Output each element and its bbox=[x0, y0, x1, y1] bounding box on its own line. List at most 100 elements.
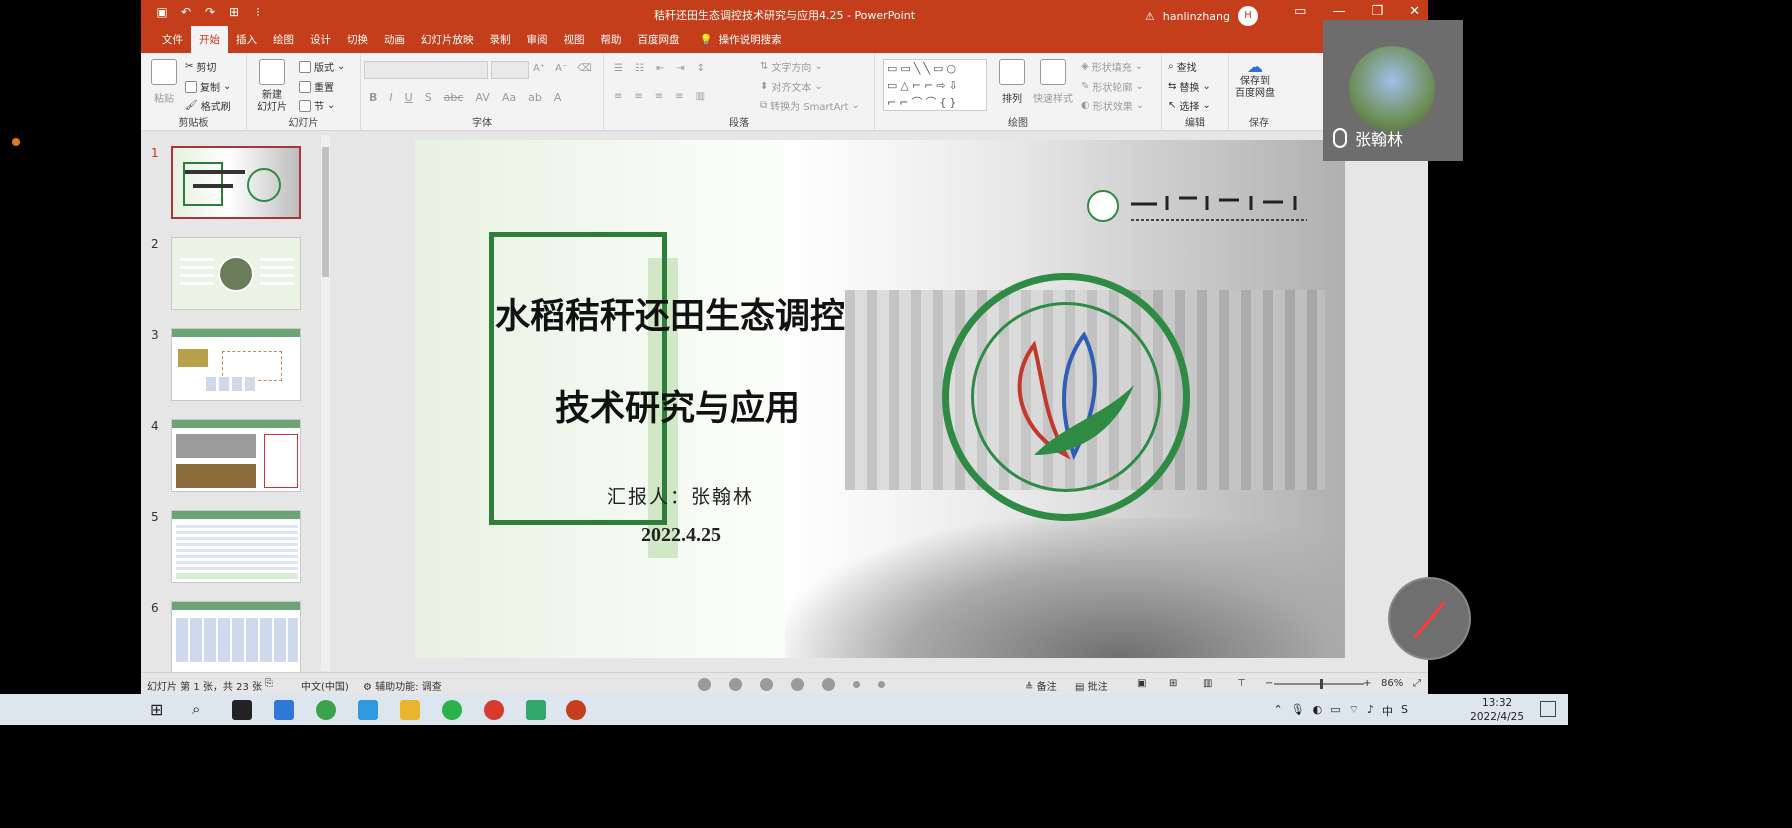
quick-styles-button[interactable]: 快速样式 bbox=[1033, 59, 1073, 105]
avatar[interactable]: H bbox=[1238, 6, 1258, 26]
app-icon-7[interactable] bbox=[484, 700, 504, 720]
network-icon[interactable]: ⌔ bbox=[1349, 703, 1359, 719]
format-painter-button[interactable]: 🖌 格式刷 bbox=[185, 98, 231, 113]
shadow-icon[interactable]: S bbox=[425, 91, 432, 104]
shapes-gallery[interactable]: ▭▭╲╲▭○ ▭△⌐⌐⇨⇩ ⌐⌐⌒⌒{} bbox=[883, 59, 987, 111]
bold-icon[interactable]: B bbox=[369, 91, 377, 104]
align-text-button[interactable]: ⬍ 对齐文本 ⌄ bbox=[760, 79, 823, 94]
select-button[interactable]: ↖ 选择 ⌄ bbox=[1168, 98, 1211, 113]
font-name-box[interactable] bbox=[364, 61, 488, 79]
shape-fill-button[interactable]: ◈ 形状填充 ⌄ bbox=[1081, 59, 1143, 74]
thumbnail-slide-6[interactable]: 6 bbox=[141, 601, 321, 679]
columns-icon[interactable]: ▥ bbox=[696, 91, 705, 102]
notes-button[interactable]: ≜ 备注 bbox=[1025, 678, 1057, 693]
align-right-icon[interactable]: ≡ bbox=[655, 91, 663, 102]
volume-icon[interactable]: ♪ bbox=[1367, 703, 1374, 719]
tab-baidu-netdisk[interactable]: 百度网盘 bbox=[630, 32, 688, 53]
text-direction-button[interactable]: ⇅ 文字方向 ⌄ bbox=[760, 59, 823, 74]
battery-icon[interactable]: ▭ bbox=[1330, 703, 1340, 719]
comments-button[interactable]: ▤ 批注 bbox=[1075, 678, 1108, 693]
sorter-view-icon[interactable]: ⊞ bbox=[1169, 678, 1177, 689]
copy-button[interactable]: 复制 ⌄ bbox=[185, 79, 231, 94]
increase-indent-icon[interactable]: ⇥ bbox=[676, 63, 684, 74]
slideshow-view-icon[interactable]: ⊤ bbox=[1237, 678, 1246, 689]
slide-title-line2[interactable]: 技术研究与应用 bbox=[555, 380, 800, 431]
fit-slide-icon[interactable]: ⤢ bbox=[1413, 678, 1421, 689]
arrange-button[interactable]: 排列 bbox=[999, 59, 1025, 105]
save-to-baidu-button[interactable]: ☁ 保存到 百度网盘 bbox=[1235, 59, 1275, 100]
shape-effects-button[interactable]: ◐ 形状效果 ⌄ bbox=[1081, 98, 1144, 113]
line-spacing-icon[interactable]: ↕ bbox=[697, 63, 705, 74]
tab-slideshow[interactable]: 幻灯片放映 bbox=[413, 32, 482, 53]
minimize-icon[interactable]: — bbox=[1332, 4, 1345, 19]
reset-button[interactable]: 重置 bbox=[299, 79, 334, 94]
bullets-icon[interactable]: ☰ bbox=[614, 63, 623, 74]
zoom-in-button[interactable]: + bbox=[1363, 678, 1371, 689]
justify-icon[interactable]: ≡ bbox=[675, 91, 683, 102]
align-left-icon[interactable]: ≡ bbox=[614, 91, 622, 102]
ribbon-display-icon[interactable]: ▭ bbox=[1294, 4, 1306, 19]
ime-indicator[interactable]: 中 bbox=[1382, 703, 1393, 719]
thumbnail-slide-5[interactable]: 5 bbox=[141, 510, 321, 588]
accessibility-status[interactable]: ⚙ 辅助功能: 调查 bbox=[363, 678, 442, 693]
scrollbar-thumb[interactable] bbox=[322, 147, 329, 277]
notification-icon[interactable] bbox=[1540, 701, 1556, 717]
tab-home[interactable]: 开始 bbox=[191, 26, 228, 53]
app-icon-8[interactable] bbox=[526, 700, 546, 720]
chevron-up-icon[interactable]: ⌃ bbox=[1273, 703, 1282, 719]
tab-view[interactable]: 视图 bbox=[556, 32, 593, 53]
thumbnail-slide-3[interactable]: 3 bbox=[141, 328, 321, 406]
mic-tray-icon[interactable]: 🎙 bbox=[1291, 703, 1305, 719]
tell-me-search[interactable]: 💡 操作说明搜索 bbox=[692, 32, 790, 53]
taskbar-clock[interactable]: 13:32 2022/4/25 bbox=[1470, 696, 1524, 724]
tab-file[interactable]: 文件 bbox=[154, 32, 191, 53]
cut-button[interactable]: ✂ 剪切 bbox=[185, 59, 216, 74]
increase-font-icon[interactable]: A⁺ bbox=[533, 63, 545, 74]
tab-design[interactable]: 设计 bbox=[302, 32, 339, 53]
replace-button[interactable]: ⇆ 替换 ⌄ bbox=[1168, 79, 1211, 94]
italic-icon[interactable]: I bbox=[389, 91, 392, 104]
thumbnails-scrollbar[interactable] bbox=[321, 135, 330, 671]
tab-record[interactable]: 录制 bbox=[482, 32, 519, 53]
browser-icon[interactable] bbox=[316, 700, 336, 720]
tab-draw[interactable]: 绘图 bbox=[265, 32, 302, 53]
char-spacing-icon[interactable]: AV bbox=[475, 91, 489, 104]
zoom-slider[interactable] bbox=[1274, 679, 1364, 689]
font-size-box[interactable] bbox=[491, 61, 529, 79]
restore-icon[interactable]: ❐ bbox=[1371, 4, 1383, 19]
app-tray-icon[interactable]: ◐ bbox=[1313, 703, 1323, 719]
decrease-indent-icon[interactable]: ⇤ bbox=[656, 63, 664, 74]
section-button[interactable]: 节 ⌄ bbox=[299, 98, 335, 113]
strikethrough-icon[interactable]: abc bbox=[444, 91, 464, 104]
numbering-icon[interactable]: ☷ bbox=[635, 63, 644, 74]
normal-view-icon[interactable]: ▣ bbox=[1137, 678, 1146, 689]
search-icon[interactable]: ⌕ bbox=[192, 700, 212, 720]
mute-microphone-button[interactable] bbox=[1388, 577, 1471, 660]
windows-start-icon[interactable]: ⊞ bbox=[150, 700, 170, 720]
app-icon-1[interactable] bbox=[232, 700, 252, 720]
clear-format-icon[interactable]: ⌫ bbox=[577, 63, 591, 74]
change-case-icon[interactable]: Aa bbox=[502, 91, 516, 104]
shape-outline-button[interactable]: ✎ 形状轮廓 ⌄ bbox=[1081, 79, 1144, 94]
spellcheck-icon[interactable]: ⎘ bbox=[265, 678, 273, 689]
language-status[interactable]: 中文(中国) bbox=[301, 678, 349, 693]
file-explorer-icon[interactable] bbox=[400, 700, 420, 720]
tab-help[interactable]: 帮助 bbox=[593, 32, 630, 53]
thumbnail-slide-2[interactable]: 2 bbox=[141, 237, 321, 315]
decrease-font-icon[interactable]: A⁻ bbox=[555, 63, 567, 74]
tab-review[interactable]: 审阅 bbox=[519, 32, 556, 53]
smartart-button[interactable]: ⧉ 转换为 SmartArt ⌄ bbox=[760, 98, 860, 113]
reading-view-icon[interactable]: ▥ bbox=[1203, 678, 1212, 689]
font-color-icon[interactable]: A bbox=[554, 91, 562, 104]
antivirus-icon[interactable]: S bbox=[1401, 703, 1408, 719]
close-icon[interactable]: ✕ bbox=[1409, 4, 1420, 19]
app-icon-4[interactable] bbox=[358, 700, 378, 720]
layout-button[interactable]: 版式 ⌄ bbox=[299, 59, 345, 74]
app-icon-2[interactable] bbox=[274, 700, 294, 720]
paste-button[interactable]: 粘贴 bbox=[151, 59, 177, 105]
slide-reporter[interactable]: 汇报人：张翰林 bbox=[607, 482, 754, 509]
thumbnail-slide-1[interactable]: 1 bbox=[141, 146, 321, 224]
tab-transitions[interactable]: 切换 bbox=[339, 32, 376, 53]
align-center-icon[interactable]: ≡ bbox=[634, 91, 642, 102]
tab-animations[interactable]: 动画 bbox=[376, 32, 413, 53]
